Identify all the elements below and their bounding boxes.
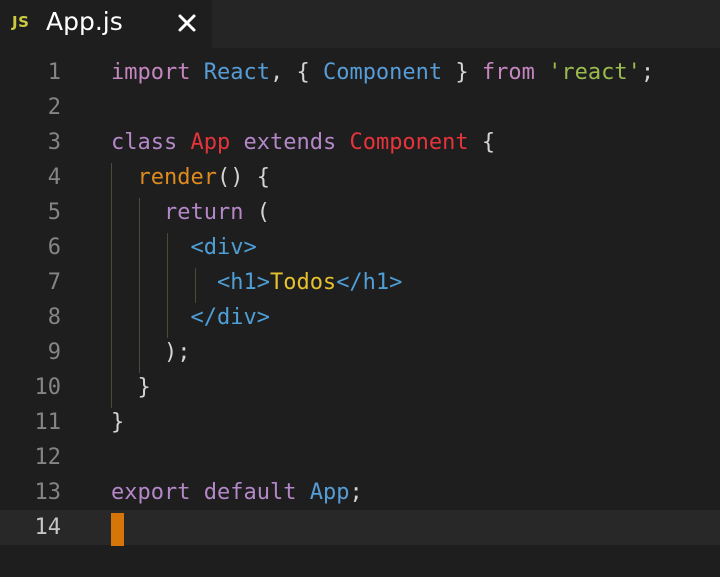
indent-guide [167, 233, 168, 338]
line-number: 7 [47, 270, 61, 295]
code-token: ( [243, 200, 270, 225]
line-number: 9 [47, 340, 61, 365]
javascript-file-icon: JS [12, 13, 30, 31]
code-text: return ( [111, 195, 270, 230]
indent-guide [111, 163, 112, 408]
code-line[interactable]: 5 return ( [0, 195, 720, 230]
line-number: 6 [47, 235, 61, 260]
code-token: } [111, 410, 125, 435]
code-line[interactable]: 7 <h1>Todos</h1> [0, 265, 720, 300]
close-icon[interactable] [176, 12, 198, 34]
line-number: 5 [47, 200, 61, 225]
indent-guide [195, 268, 196, 303]
code-token: from [481, 60, 535, 85]
indent-guide [139, 198, 140, 373]
line-number: 10 [34, 375, 62, 400]
code-token: ; [640, 60, 655, 85]
code-line[interactable]: 11} [0, 405, 720, 440]
code-line[interactable]: 1 import React, { Component } from 'react… [0, 55, 720, 90]
code-token: Todos [269, 270, 337, 295]
code-token: <h1> [216, 270, 270, 295]
line-number: 2 [47, 95, 61, 120]
code-token: } [442, 60, 482, 85]
code-token: 'react' [548, 60, 641, 85]
code-token: extends [243, 130, 337, 155]
code-token: ; [349, 480, 363, 505]
code-line[interactable]: 13 export default App; [0, 475, 720, 510]
code-token: { [468, 130, 496, 155]
editor-area[interactable]: 14 13 export default App; 12 11} 10 } 9 ); 8 </… [0, 48, 720, 577]
line-number: 8 [47, 305, 61, 330]
line-number: 4 [47, 165, 61, 190]
code-token: import [111, 60, 191, 85]
code-token: React [203, 60, 270, 85]
code-token: export [111, 480, 191, 505]
code-token: </h1> [336, 270, 403, 295]
code-line[interactable]: 4 render() { [0, 160, 720, 195]
code-line[interactable]: 12 [0, 440, 720, 475]
code-editor-window: JS App.js 14 13 export default App; 12 11} 10… [0, 0, 720, 577]
code-text: import React, { Component } from 'react'… [111, 55, 654, 90]
code-token: </div> [190, 305, 270, 330]
line-number: 1 [47, 60, 61, 85]
code-text: </div> [111, 300, 270, 335]
line-number: 12 [34, 445, 62, 470]
code-token: , { [269, 60, 323, 85]
code-text: class App extends Component { [111, 125, 495, 160]
code-token: () { [216, 165, 270, 190]
code-token: } [111, 375, 151, 400]
code-token: Component [349, 130, 469, 155]
code-token: Component [322, 60, 443, 85]
code-text: export default App; [111, 475, 363, 510]
code-token: <div> [190, 235, 257, 260]
line-number: 13 [34, 480, 62, 505]
tab-title: App.js [46, 7, 123, 36]
code-token: App [309, 480, 350, 505]
line-number: 14 [34, 515, 62, 540]
code-token: class [111, 130, 178, 155]
code-line[interactable]: 8 </div> [0, 300, 720, 335]
code-text: render() { [111, 160, 270, 195]
code-line[interactable]: 2 [0, 90, 720, 125]
code-text: <div> [111, 230, 257, 265]
code-line[interactable]: 3 class App extends Component { [0, 125, 720, 160]
code-line[interactable]: 14 [0, 510, 720, 545]
code-line[interactable]: 9 ); [0, 335, 720, 370]
text-cursor [111, 513, 124, 546]
code-token: render [137, 165, 217, 190]
tab-app-js[interactable]: JS App.js [0, 0, 212, 48]
tab-bar: JS App.js [0, 0, 720, 48]
code-text: } [111, 370, 151, 405]
code-line[interactable]: 10 } [0, 370, 720, 405]
line-number: 3 [47, 130, 61, 155]
code-token: App [190, 130, 231, 155]
code-text: <h1>Todos</h1> [111, 265, 402, 300]
code-line[interactable]: 6 <div> [0, 230, 720, 265]
code-token: default [203, 480, 297, 505]
code-text: ); [111, 335, 191, 370]
code-text: } [111, 405, 124, 440]
line-number: 11 [34, 410, 62, 435]
code-token: return [163, 200, 244, 225]
code-token: ); [111, 340, 191, 365]
